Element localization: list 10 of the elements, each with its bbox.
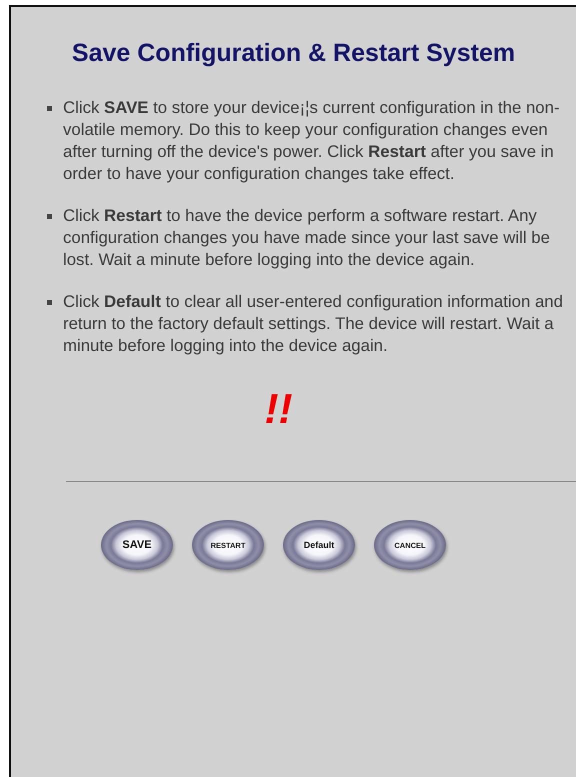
oval-button[interactable]: Default <box>283 520 355 570</box>
oval-button[interactable]: SAVE <box>101 520 173 570</box>
bullet-icon <box>47 214 52 219</box>
instruction-text: Click Restart to have the device perform a software restart. Any configuration changes you have made since your last save will be lost. Wait a minute before logging into the device again. <box>63 205 551 271</box>
instruction-text: Click Default to clear all user-entered configuration information and return to the factory default settings. The device will restart. Wait a minute before logging into the device again. <box>63 291 564 357</box>
instruction-text: Click SAVE to store your device¡¦s current configuration in the non-volatile memory. Do this to keep your configuration changes even after turning off the device's power. Click Restart after you save in order to have your configuration changes take effect. <box>63 97 561 185</box>
bullet-icon <box>47 300 52 305</box>
page-title: Save Configuration & Restart System <box>70 38 516 69</box>
bullet-icon <box>47 106 52 111</box>
warning-mark: !! <box>264 387 292 431</box>
